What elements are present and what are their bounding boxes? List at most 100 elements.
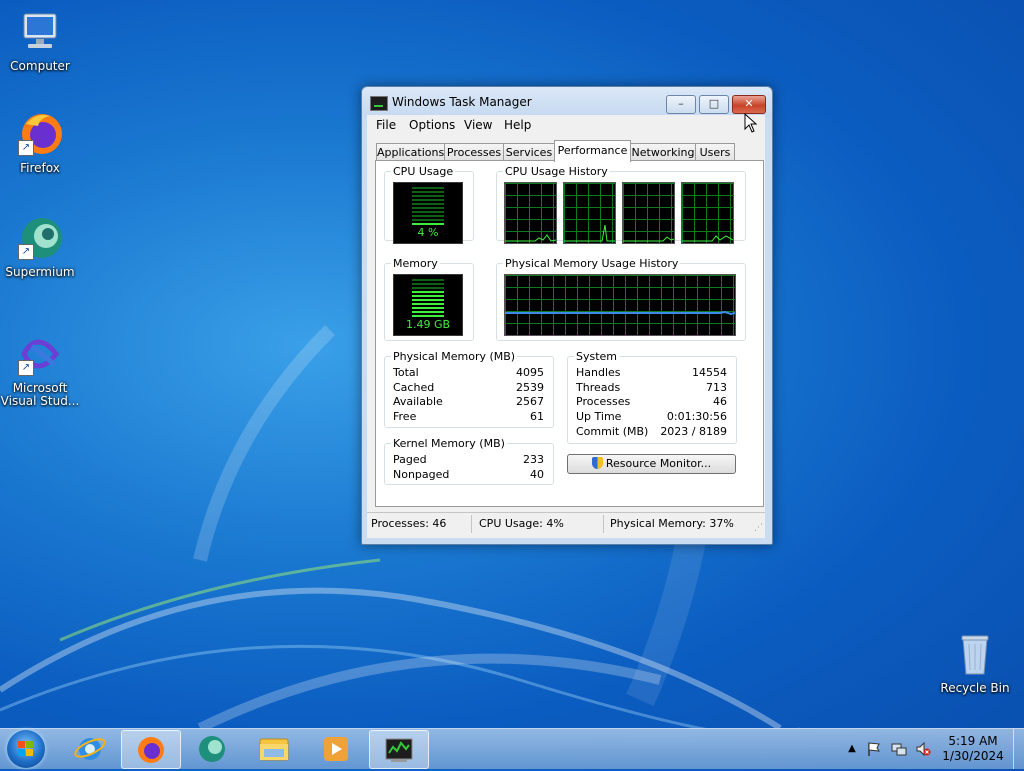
cpu-usage-label: CPU Usage bbox=[391, 165, 456, 178]
system-row-commit: Commit (MB) 2023 / 8189 bbox=[576, 425, 727, 438]
memory-history-graph bbox=[504, 274, 736, 336]
row-value: 46 bbox=[713, 395, 727, 408]
physical-memory-group: Physical Memory (MB) Total 4095 Cached 2… bbox=[384, 350, 554, 428]
cpu-history-graph-core-4 bbox=[681, 182, 734, 244]
row-value: 2567 bbox=[516, 395, 544, 408]
tab-networking[interactable]: Networking bbox=[630, 143, 696, 161]
taskbar-internet-explorer[interactable] bbox=[61, 730, 119, 767]
show-hidden-icons-icon[interactable]: ▲ bbox=[844, 741, 860, 757]
row-value: 14554 bbox=[692, 366, 727, 379]
maximize-button[interactable]: □ bbox=[699, 95, 729, 114]
file-explorer-icon bbox=[259, 738, 289, 761]
tab-services[interactable]: Services bbox=[503, 143, 555, 161]
action-center-flag-icon[interactable] bbox=[866, 741, 882, 757]
row-value: 0:01:30:56 bbox=[666, 410, 727, 423]
resize-grip-icon[interactable]: ⋰ bbox=[754, 523, 763, 533]
memory-history-group: Physical Memory Usage History bbox=[496, 257, 746, 341]
task-manager-icon bbox=[370, 96, 388, 111]
cpu-history-label: CPU Usage History bbox=[503, 165, 610, 178]
status-memory: Physical Memory: 37% bbox=[610, 517, 734, 530]
row-value: 233 bbox=[523, 453, 544, 466]
memory-label: Memory bbox=[391, 257, 440, 270]
taskbar-firefox[interactable] bbox=[121, 730, 181, 769]
supermium-icon: ↗ bbox=[16, 214, 64, 262]
network-icon[interactable] bbox=[891, 741, 907, 757]
task-manager-window[interactable]: Windows Task Manager – □ ✕ File Options … bbox=[361, 86, 773, 545]
system-row-processes: Processes 46 bbox=[576, 395, 727, 408]
kernel-memory-row-paged: Paged 233 bbox=[393, 453, 544, 466]
menu-file[interactable]: File bbox=[376, 118, 396, 132]
system-group: System Handles 14554 Threads 713 Process… bbox=[567, 350, 737, 444]
clock-time: 5:19 AM bbox=[948, 734, 998, 748]
desktop-icon-firefox[interactable]: ↗ Firefox bbox=[0, 110, 80, 175]
desktop-icon-label: Firefox bbox=[20, 161, 60, 175]
row-name: Total bbox=[393, 366, 419, 379]
resource-monitor-button[interactable]: Resource Monitor... bbox=[567, 454, 736, 474]
memory-group: Memory 1.49 GB bbox=[384, 257, 474, 341]
desktop-icon-label: Recycle Bin bbox=[940, 681, 1010, 695]
task-manager-body: Applications Processes Services Performa… bbox=[367, 136, 765, 538]
physical-memory-row-available: Available 2567 bbox=[393, 395, 544, 408]
system-row-handles: Handles 14554 bbox=[576, 366, 727, 379]
row-name: Free bbox=[393, 410, 417, 423]
internet-explorer-icon bbox=[74, 738, 106, 760]
row-value: 4095 bbox=[516, 366, 544, 379]
kernel-memory-group: Kernel Memory (MB) Paged 233 Nonpaged 40 bbox=[384, 437, 554, 485]
mouse-cursor-icon bbox=[744, 113, 758, 133]
shortcut-arrow-icon: ↗ bbox=[18, 140, 34, 156]
taskbar-file-explorer[interactable] bbox=[245, 730, 303, 767]
menu-options[interactable]: Options bbox=[409, 118, 455, 132]
volume-muted-icon[interactable] bbox=[915, 741, 931, 757]
tab-processes[interactable]: Processes bbox=[444, 143, 504, 161]
uac-shield-icon bbox=[591, 457, 603, 469]
desktop-icon-recycle-bin[interactable]: Recycle Bin bbox=[935, 630, 1015, 695]
show-desktop-button[interactable] bbox=[1013, 729, 1024, 769]
cpu-history-graph-core-3 bbox=[622, 182, 675, 244]
status-processes: Processes: 46 bbox=[371, 517, 447, 530]
menu-help[interactable]: Help bbox=[504, 118, 531, 132]
minimize-button[interactable]: – bbox=[666, 95, 696, 114]
taskbar-supermium[interactable] bbox=[183, 730, 241, 767]
cpu-meter-bars bbox=[412, 187, 444, 225]
physical-memory-label: Physical Memory (MB) bbox=[391, 350, 518, 363]
tab-applications[interactable]: Applications bbox=[376, 143, 445, 161]
status-separator bbox=[471, 515, 472, 533]
windows-logo-icon bbox=[18, 741, 34, 757]
menu-view[interactable]: View bbox=[464, 118, 492, 132]
supermium-icon bbox=[199, 736, 225, 762]
taskbar: ▲ 5:19 AM 1/30/2024 bbox=[0, 728, 1024, 769]
firefox-icon: ↗ bbox=[16, 110, 64, 158]
tab-users[interactable]: Users bbox=[695, 143, 735, 161]
shortcut-arrow-icon: ↗ bbox=[18, 360, 34, 376]
cpu-history-group: CPU Usage History bbox=[496, 165, 746, 244]
close-button[interactable]: ✕ bbox=[732, 95, 766, 114]
desktop-icon-label: Supermium bbox=[5, 265, 75, 279]
desktop-icon-label: Computer bbox=[10, 59, 70, 73]
status-bar: Processes: 46 CPU Usage: 4% Physical Mem… bbox=[367, 512, 765, 535]
cpu-usage-group: CPU Usage 4 % bbox=[384, 165, 474, 244]
taskbar-task-manager[interactable] bbox=[369, 730, 429, 769]
clock-date: 1/30/2024 bbox=[942, 749, 1004, 763]
row-name: Threads bbox=[576, 381, 621, 394]
taskbar-media-player[interactable] bbox=[307, 730, 365, 767]
start-button[interactable] bbox=[7, 730, 45, 768]
row-name: Processes bbox=[576, 395, 631, 408]
desktop-icon-visual-studio[interactable]: ↗ Microsoft Visual Stud... bbox=[0, 330, 80, 408]
kernel-memory-row-nonpaged: Nonpaged 40 bbox=[393, 468, 544, 481]
cpu-usage-value: 4 % bbox=[417, 226, 439, 239]
computer-icon bbox=[16, 8, 64, 56]
row-value: 713 bbox=[706, 381, 727, 394]
desktop-icon-supermium[interactable]: ↗ Supermium bbox=[0, 214, 80, 279]
performance-panel: CPU Usage 4 % CPU Usage History Memory 1… bbox=[375, 160, 764, 507]
desktop-icon-computer[interactable]: Computer bbox=[0, 8, 80, 73]
physical-memory-row-total: Total 4095 bbox=[393, 366, 544, 379]
clock[interactable]: 5:19 AM 1/30/2024 bbox=[938, 734, 1008, 764]
tab-performance[interactable]: Performance bbox=[554, 140, 631, 162]
title-bar[interactable]: Windows Task Manager – □ ✕ bbox=[362, 87, 772, 117]
row-name: Paged bbox=[393, 453, 427, 466]
memory-meter-bars bbox=[412, 279, 444, 317]
system-row-up-time: Up Time 0:01:30:56 bbox=[576, 410, 727, 423]
physical-memory-row-cached: Cached 2539 bbox=[393, 381, 544, 394]
kernel-memory-label: Kernel Memory (MB) bbox=[391, 437, 507, 450]
memory-history-label: Physical Memory Usage History bbox=[503, 257, 681, 270]
